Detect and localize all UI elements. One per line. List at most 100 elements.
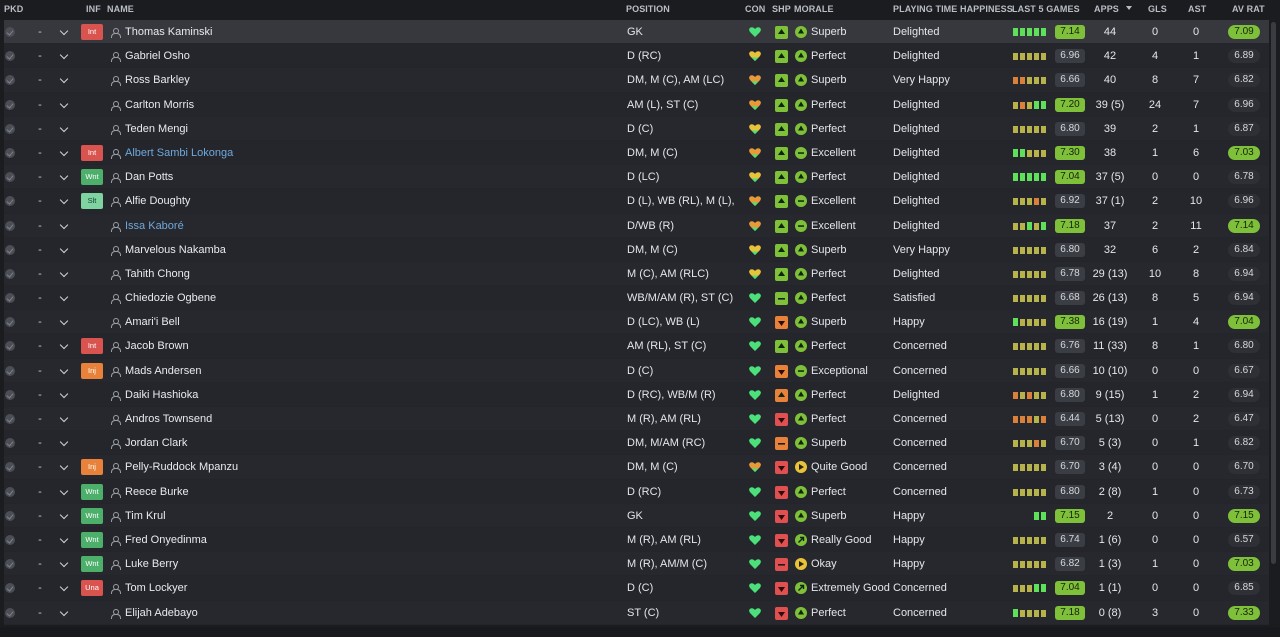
chevron-down-icon[interactable]	[59, 123, 69, 132]
pick-checkbox[interactable]	[5, 27, 15, 37]
chevron-down-icon[interactable]	[59, 437, 69, 447]
info-badge[interactable]: Inj	[81, 459, 103, 476]
chevron-down-icon[interactable]	[59, 317, 69, 326]
player-name[interactable]: Daiki Hashioka	[125, 383, 275, 407]
pick-checkbox[interactable]	[5, 389, 15, 400]
pick-checkbox[interactable]	[5, 220, 15, 231]
pick-checkbox[interactable]	[5, 172, 15, 183]
player-name[interactable]: Jacob Brown	[125, 334, 275, 358]
pick-checkbox[interactable]	[5, 462, 15, 473]
pick-checkbox[interactable]	[5, 268, 15, 279]
player-name[interactable]: Thomas Kaminski	[125, 20, 275, 44]
table-row[interactable]: - Inj Mads Andersen D (C) Exceptional Co…	[4, 358, 1269, 383]
player-name[interactable]: Teden Mengi	[125, 117, 275, 141]
chevron-down-icon[interactable]	[59, 341, 69, 350]
table-row[interactable]: - Andros Townsend M (R), AM (RL) Perfect…	[4, 407, 1269, 432]
player-name[interactable]: Pelly-Ruddock Mpanzu	[125, 455, 275, 479]
header-pkd[interactable]: PKD	[4, 4, 23, 14]
chevron-down-icon[interactable]	[59, 486, 69, 495]
player-name[interactable]: Issa Kaboré	[125, 214, 275, 238]
pick-checkbox[interactable]	[5, 244, 15, 255]
table-row[interactable]: - Jordan Clark DM, M/AM (RC) Superb Conc…	[4, 431, 1269, 456]
player-name[interactable]: Tom Lockyer	[125, 576, 275, 600]
chevron-down-icon[interactable]	[59, 389, 69, 399]
chevron-down-icon[interactable]	[59, 50, 69, 60]
table-row[interactable]: - Ross Barkley DM, M (C), AM (LC) Superb…	[4, 68, 1269, 93]
pick-checkbox[interactable]	[5, 75, 15, 86]
info-badge[interactable]: Wnt	[81, 507, 103, 524]
info-badge[interactable]: Wnt	[81, 531, 103, 548]
player-name[interactable]: Andros Townsend	[125, 407, 275, 431]
player-name[interactable]: Marvelous Nakamba	[125, 238, 275, 262]
table-row[interactable]: - Carlton Morris AM (L), ST (C) Perfect …	[4, 92, 1269, 117]
header-condition[interactable]: CON	[745, 4, 765, 14]
sort-descending-icon[interactable]	[1126, 6, 1132, 10]
header-morale[interactable]: MORALE	[794, 4, 834, 14]
header-average-rating[interactable]: AV RAT	[1232, 4, 1265, 14]
player-name[interactable]: Albert Sambi Lokonga	[125, 141, 275, 165]
chevron-down-icon[interactable]	[59, 510, 69, 519]
pick-checkbox[interactable]	[5, 365, 15, 376]
header-last-5-games[interactable]: LAST 5 GAMES	[1012, 4, 1080, 14]
table-row[interactable]: - Wnt Fred Onyedinma M (R), AM (RL) Real…	[4, 527, 1269, 553]
chevron-down-icon[interactable]	[59, 26, 69, 36]
chevron-down-icon[interactable]	[59, 558, 69, 568]
table-row[interactable]: - Teden Mengi D (C) Perfect Delighted 6.…	[4, 116, 1269, 141]
header-inf[interactable]: INF	[86, 4, 101, 14]
chevron-down-icon[interactable]	[59, 99, 69, 108]
table-row[interactable]: - Wnt Tim Krul GK Superb Happy 7.15 2 0 …	[4, 503, 1269, 528]
info-badge[interactable]: Wnt	[81, 556, 103, 573]
chevron-down-icon[interactable]	[59, 534, 69, 544]
table-row[interactable]: - Int Jacob Brown AM (RL), ST (C) Perfec…	[4, 334, 1269, 359]
pick-checkbox[interactable]	[5, 607, 15, 618]
info-badge[interactable]: Slt	[81, 193, 103, 210]
chevron-down-icon[interactable]	[59, 607, 69, 616]
table-row[interactable]: - Wnt Dan Potts D (LC) Perfect Delighted…	[4, 165, 1269, 190]
chevron-down-icon[interactable]	[59, 171, 69, 181]
pick-checkbox[interactable]	[5, 123, 15, 134]
header-assists[interactable]: AST	[1188, 4, 1206, 14]
info-badge[interactable]: Int	[81, 144, 103, 161]
table-row[interactable]: - Chiedozie Ogbene WB/M/AM (R), ST (C) P…	[4, 286, 1269, 311]
table-row[interactable]: - Una Tom Lockyer D (C) Extremely Good C…	[4, 576, 1269, 601]
player-name[interactable]: Elijah Adebayo	[125, 601, 275, 625]
table-row[interactable]: - Amari'i Bell D (LC), WB (L) Superb Hap…	[4, 310, 1269, 335]
table-row[interactable]: - Marvelous Nakamba DM, M (C) Superb Ver…	[4, 237, 1269, 262]
pick-checkbox[interactable]	[5, 147, 15, 158]
chevron-down-icon[interactable]	[59, 365, 69, 374]
chevron-down-icon[interactable]	[59, 462, 69, 471]
player-name[interactable]: Luke Berry	[125, 552, 275, 576]
header-name[interactable]: NAME	[107, 4, 134, 14]
player-name[interactable]: Amari'i Bell	[125, 310, 275, 334]
chevron-down-icon[interactable]	[59, 244, 69, 253]
pick-checkbox[interactable]	[5, 196, 15, 207]
table-row[interactable]: - Gabriel Osho D (RC) Perfect Delighted …	[4, 44, 1269, 69]
chevron-down-icon[interactable]	[59, 268, 69, 278]
table-row[interactable]: - Wnt Luke Berry M (R), AM/M (C) Okay Ha…	[4, 552, 1269, 577]
chevron-down-icon[interactable]	[59, 75, 69, 84]
pick-checkbox[interactable]	[5, 414, 15, 424]
vertical-scrollbar[interactable]	[1271, 22, 1276, 564]
pick-checkbox[interactable]	[5, 486, 15, 497]
chevron-down-icon[interactable]	[59, 220, 69, 229]
table-row[interactable]: - Wnt Reece Burke D (RC) Perfect Concern…	[4, 479, 1269, 504]
info-badge[interactable]: Wnt	[81, 483, 103, 500]
player-name[interactable]: Tim Krul	[125, 504, 275, 528]
pick-checkbox[interactable]	[5, 51, 15, 62]
table-row[interactable]: - Elijah Adebayo ST (C) Perfect Concerne…	[4, 600, 1269, 625]
chevron-down-icon[interactable]	[59, 196, 69, 205]
pick-checkbox[interactable]	[5, 559, 15, 570]
chevron-down-icon[interactable]	[59, 292, 69, 302]
header-position[interactable]: POSITION	[626, 4, 670, 14]
info-badge[interactable]: Int	[81, 338, 103, 355]
player-name[interactable]: Gabriel Osho	[125, 44, 275, 68]
header-playing-time[interactable]: PLAYING TIME HAPPINESS	[893, 4, 1013, 14]
chevron-down-icon[interactable]	[59, 413, 69, 423]
pick-checkbox[interactable]	[5, 293, 15, 304]
chevron-down-icon[interactable]	[59, 583, 69, 592]
player-name[interactable]: Carlton Morris	[125, 93, 275, 117]
player-name[interactable]: Jordan Clark	[125, 431, 275, 455]
table-row[interactable]: - Int Thomas Kaminski GK Superb Delighte…	[4, 20, 1269, 45]
table-row[interactable]: - Inj Pelly-Ruddock Mpanzu DM, M (C) Qui…	[4, 455, 1269, 480]
table-row[interactable]: - Tahith Chong M (C), AM (RLC) Perfect D…	[4, 261, 1269, 287]
